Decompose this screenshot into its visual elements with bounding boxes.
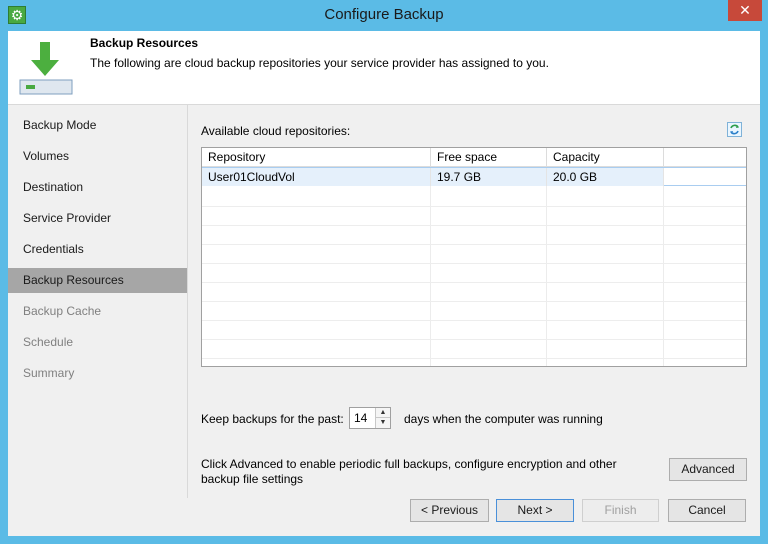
wizard-steps: Backup Mode Volumes Destination Service … [8,105,187,498]
next-button[interactable]: Next > [496,499,574,522]
table-row[interactable]: User01CloudVol 19.7 GB 20.0 GB [202,167,746,186]
column-header-repository[interactable]: Repository [202,148,431,167]
wizard-header: Backup Resources The following are cloud… [8,31,760,104]
row-line [202,358,746,359]
close-button[interactable]: ✕ [728,0,762,21]
finish-button: Finish [582,499,659,522]
step-backup-cache: Backup Cache [23,304,102,318]
advanced-description: Click Advanced to enable periodic full b… [201,457,617,486]
row-line [202,301,746,302]
step-summary: Summary [23,366,75,380]
step-schedule: Schedule [23,335,74,349]
title-bar[interactable]: ⚙ Configure Backup ✕ [0,0,768,32]
step-service-provider[interactable]: Service Provider [8,206,187,231]
free-space-cell: 19.7 GB [431,168,547,186]
step-credentials[interactable]: Credentials [8,237,187,262]
step-destination[interactable]: Destination [8,175,187,200]
wizard-body: Backup Resources The following are cloud… [8,31,760,536]
column-header-capacity[interactable]: Capacity [547,148,664,167]
step-volumes[interactable]: Volumes [8,144,187,169]
row-line [202,225,746,226]
cancel-button[interactable]: Cancel [668,499,746,522]
retention-days-value[interactable]: 14 [354,411,367,425]
row-line [202,320,746,321]
capacity-cell: 20.0 GB [547,168,664,186]
row-line [202,263,746,264]
retention-days-stepper[interactable]: 14 ▲ ▼ [349,407,391,429]
repositories-label: Available cloud repositories: [201,124,351,138]
step-backup-mode[interactable]: Backup Mode [8,113,187,138]
page-description: The following are cloud backup repositor… [90,56,549,70]
column-header-free-space[interactable]: Free space [431,148,547,167]
page-title: Backup Resources [90,36,199,50]
row-line [202,339,746,340]
main-panel: Available cloud repositories: Repository… [188,105,760,498]
row-line [202,206,746,207]
row-line [202,244,746,245]
window-title: Configure Backup [324,6,444,23]
retention-label: Keep backups for the past: [201,412,344,426]
repository-cell: User01CloudVol [202,168,431,186]
download-to-disk-icon [19,42,73,95]
advanced-button[interactable]: Advanced [669,458,747,481]
increment-button[interactable]: ▲ [375,408,390,418]
repositories-table[interactable]: Repository Free space Capacity User01Clo… [201,147,747,367]
step-backup-resources[interactable]: Backup Resources [8,268,187,293]
row-line [202,282,746,283]
refresh-icon[interactable] [727,122,742,137]
previous-button[interactable]: < Previous [410,499,489,522]
table-header: Repository Free space Capacity [202,148,746,167]
retention-unit-label: days when the computer was running [404,412,603,426]
configure-backup-window: ⚙ Configure Backup ✕ Backup Resources Th… [0,0,768,544]
decrement-button[interactable]: ▼ [375,418,390,428]
